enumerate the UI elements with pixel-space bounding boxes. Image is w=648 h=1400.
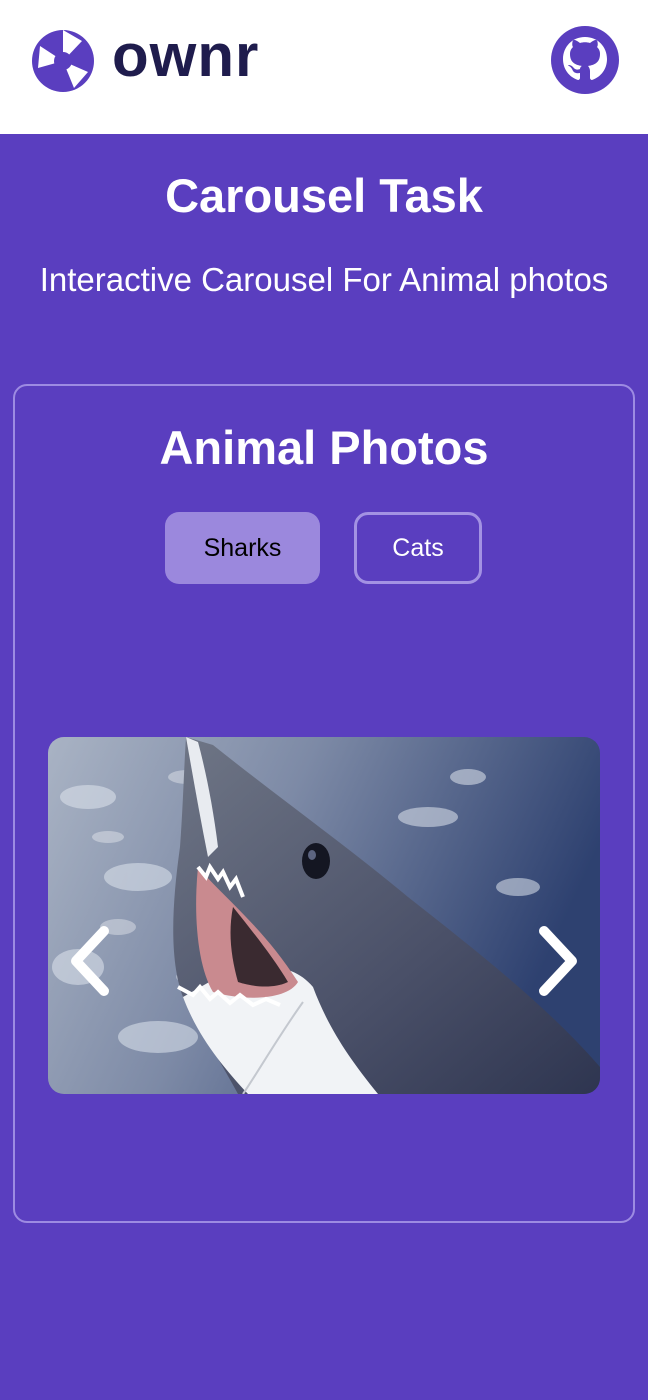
gallery-title: Animal Photos xyxy=(159,421,489,474)
aperture-logo-icon xyxy=(32,30,94,92)
page-subtitle: Interactive Carousel For Animal photos xyxy=(39,261,609,298)
shark-photo xyxy=(48,737,600,1094)
brand-logo[interactable]: ownr xyxy=(30,22,260,94)
carousel-image xyxy=(48,737,600,1094)
page-title: Carousel Task xyxy=(165,169,483,222)
chevron-right-icon[interactable] xyxy=(528,923,588,999)
chevron-left-icon[interactable] xyxy=(60,923,120,999)
tab-sharks[interactable]: Sharks xyxy=(165,512,320,584)
tab-cats[interactable]: Cats xyxy=(354,512,482,584)
top-header: ownr xyxy=(0,0,648,134)
brand-name: ownr xyxy=(112,22,260,89)
github-icon[interactable] xyxy=(550,25,620,95)
